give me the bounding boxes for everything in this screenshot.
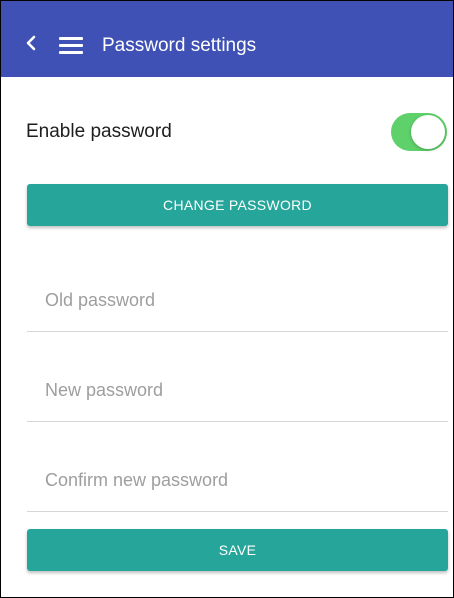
enable-password-row: Enable password: [1, 109, 453, 153]
app-bar: Password settings: [1, 1, 453, 77]
enable-password-label: Enable password: [26, 121, 172, 142]
save-button[interactable]: SAVE: [27, 529, 448, 571]
old-password-input[interactable]: [45, 287, 435, 313]
new-password-input[interactable]: [45, 377, 435, 403]
confirm-password-field: [27, 451, 448, 512]
back-button[interactable]: [23, 35, 39, 51]
toggle-thumb: [411, 115, 445, 149]
menu-button[interactable]: [59, 37, 83, 55]
page-title: Password settings: [102, 35, 257, 56]
change-password-button[interactable]: CHANGE PASSWORD: [27, 184, 448, 226]
hamburger-menu-icon: [59, 37, 83, 40]
password-settings-screen: Password settings Enable password CHANGE…: [0, 0, 454, 598]
confirm-password-input[interactable]: [45, 467, 435, 493]
old-password-field: [27, 271, 448, 332]
enable-password-toggle[interactable]: [391, 113, 447, 151]
new-password-field: [27, 361, 448, 422]
chevron-left-icon: [26, 35, 36, 51]
